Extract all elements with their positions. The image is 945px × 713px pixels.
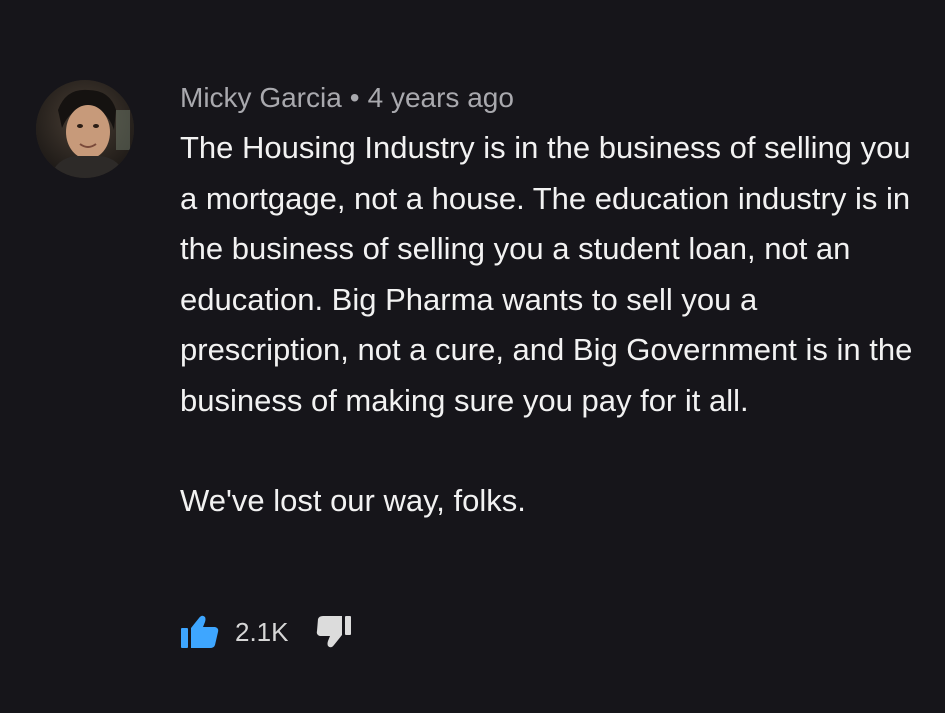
thumbs-down-icon: [316, 616, 351, 648]
avatar[interactable]: [36, 80, 134, 178]
comment-paragraph: We've lost our way, folks.: [180, 483, 526, 518]
comment-timestamp[interactable]: 4 years ago: [368, 82, 514, 113]
comment-paragraph: The Housing Industry is in the business …: [180, 130, 913, 418]
user-avatar-icon: [36, 80, 134, 178]
comment: Micky Garcia • 4 years ago The Housing Ind…: [0, 0, 945, 713]
meta-separator: •: [349, 82, 360, 113]
like-button[interactable]: [180, 612, 220, 652]
comment-body: The Housing Industry is in the business …: [180, 123, 920, 527]
author-name[interactable]: Micky Garcia: [180, 82, 342, 113]
thumbs-up-icon: [181, 615, 219, 648]
dislike-button[interactable]: [315, 612, 355, 652]
comment-actions: 2.1K: [180, 612, 355, 652]
comment-meta: Micky Garcia • 4 years ago: [180, 80, 514, 116]
